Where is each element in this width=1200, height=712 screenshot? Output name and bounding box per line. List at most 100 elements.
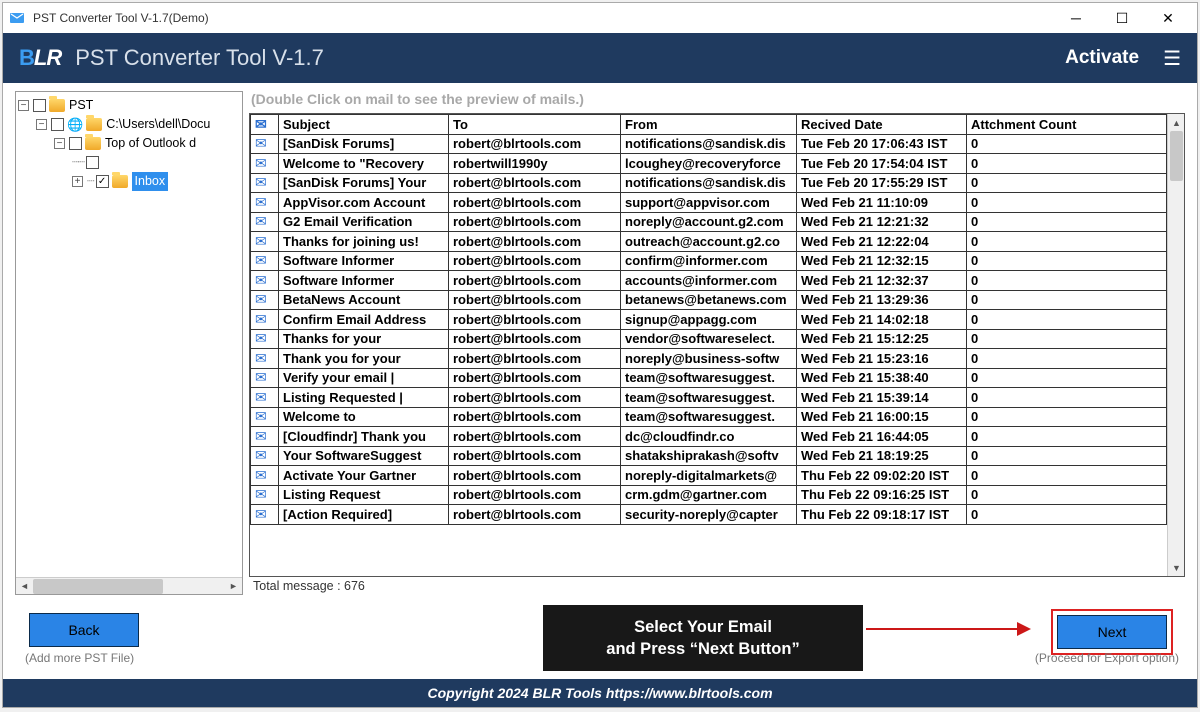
- table-row[interactable]: ✉BetaNews Accountrobert@blrtools.combeta…: [251, 290, 1167, 310]
- tree-node-path[interactable]: −🌐C:\Users\dell\Docu: [18, 115, 240, 134]
- cell-from: team@softwaresuggest.: [621, 388, 797, 408]
- cell-from: team@softwaresuggest.: [621, 407, 797, 427]
- envelope-icon: ✉: [255, 174, 267, 190]
- cell-att: 0: [967, 154, 1167, 174]
- activate-link[interactable]: Activate: [1065, 47, 1139, 69]
- titlebar: PST Converter Tool V-1.7(Demo) ─ ☐ ✕: [3, 3, 1197, 33]
- cell-subject: [SanDisk Forums] Your: [279, 173, 449, 193]
- scroll-thumb[interactable]: [33, 579, 163, 594]
- col-to[interactable]: To: [449, 115, 621, 135]
- envelope-icon: ✉: [255, 467, 267, 483]
- cell-from: accounts@informer.com: [621, 271, 797, 291]
- preview-hint: (Double Click on mail to see the preview…: [249, 91, 1185, 113]
- cell-att: 0: [967, 407, 1167, 427]
- envelope-icon: ✉: [255, 428, 267, 444]
- envelope-icon: ✉: [255, 272, 267, 288]
- cell-subject: Thanks for your: [279, 329, 449, 349]
- scroll-right-icon[interactable]: ►: [225, 578, 242, 595]
- tree-node-empty1[interactable]: ┈┈: [18, 153, 240, 172]
- cell-to: robert@blrtools.com: [449, 173, 621, 193]
- grid-scrollbar-vertical[interactable]: ▲ ▼: [1167, 114, 1184, 576]
- table-row[interactable]: ✉Software Informerrobert@blrtools.comcon…: [251, 251, 1167, 271]
- cell-date: Wed Feb 21 13:29:36: [797, 290, 967, 310]
- next-button-highlight: Next: [1051, 609, 1173, 655]
- table-header-row: ✉ Subject To From Recived Date Attchment…: [251, 115, 1167, 135]
- cell-date: Wed Feb 21 12:32:15: [797, 251, 967, 271]
- table-row[interactable]: ✉AppVisor.com Accountrobert@blrtools.com…: [251, 193, 1167, 213]
- cell-from: confirm@informer.com: [621, 251, 797, 271]
- cell-date: Wed Feb 21 18:19:25: [797, 446, 967, 466]
- next-button[interactable]: Next: [1057, 615, 1167, 649]
- cell-att: 0: [967, 232, 1167, 252]
- tree-label: Inbox: [132, 172, 169, 191]
- table-row[interactable]: ✉Your SoftwareSuggestrobert@blrtools.com…: [251, 446, 1167, 466]
- cell-from: shatakshiprakash@softv: [621, 446, 797, 466]
- table-row[interactable]: ✉G2 Email Verificationrobert@blrtools.co…: [251, 212, 1167, 232]
- minimize-button[interactable]: ─: [1053, 3, 1099, 33]
- cell-att: 0: [967, 349, 1167, 369]
- tree-node-top[interactable]: −Top of Outlook d: [18, 134, 240, 153]
- table-row[interactable]: ✉[Cloudfindr] Thank yourobert@blrtools.c…: [251, 427, 1167, 447]
- scroll-down-icon[interactable]: ▼: [1168, 559, 1185, 576]
- table-row[interactable]: ✉Activate Your Gartnerrobert@blrtools.co…: [251, 466, 1167, 486]
- cell-date: Tue Feb 20 17:06:43 IST: [797, 134, 967, 154]
- scroll-thumb[interactable]: [1170, 131, 1183, 181]
- table-row[interactable]: ✉[SanDisk Forums]robert@blrtools.comnoti…: [251, 134, 1167, 154]
- envelope-icon: ✉: [255, 291, 267, 307]
- cell-to: robert@blrtools.com: [449, 193, 621, 213]
- cell-date: Wed Feb 21 12:21:32: [797, 212, 967, 232]
- table-row[interactable]: ✉Welcome to "Recoveryrobertwill1990ylcou…: [251, 154, 1167, 174]
- table-row[interactable]: ✉Software Informerrobert@blrtools.comacc…: [251, 271, 1167, 291]
- back-help-text: (Add more PST File): [25, 651, 134, 665]
- tree-node-inbox[interactable]: +┈Inbox: [18, 172, 240, 191]
- cell-subject: Listing Request: [279, 485, 449, 505]
- cell-from: notifications@sandisk.dis: [621, 173, 797, 193]
- col-subject[interactable]: Subject: [279, 115, 449, 135]
- cell-to: robert@blrtools.com: [449, 446, 621, 466]
- close-button[interactable]: ✕: [1145, 3, 1191, 33]
- callout-arrow-line: [866, 628, 1022, 630]
- scroll-up-icon[interactable]: ▲: [1168, 114, 1185, 131]
- cell-from: noreply-digitalmarkets@: [621, 466, 797, 486]
- col-attachment[interactable]: Attchment Count: [967, 115, 1167, 135]
- table-row[interactable]: ✉Thank you for yourrobert@blrtools.comno…: [251, 349, 1167, 369]
- cell-att: 0: [967, 368, 1167, 388]
- cell-date: Thu Feb 22 09:02:20 IST: [797, 466, 967, 486]
- cell-to: robert@blrtools.com: [449, 271, 621, 291]
- table-row[interactable]: ✉Listing Requestrobert@blrtools.comcrm.g…: [251, 485, 1167, 505]
- cell-from: noreply@account.g2.com: [621, 212, 797, 232]
- tree-node-root[interactable]: −PST: [18, 96, 240, 115]
- cell-from: crm.gdm@gartner.com: [621, 485, 797, 505]
- app-header: BLR PST Converter Tool V-1.7 Activate ☰: [3, 33, 1197, 83]
- table-row[interactable]: ✉Confirm Email Addressrobert@blrtools.co…: [251, 310, 1167, 330]
- hamburger-icon[interactable]: ☰: [1163, 46, 1181, 71]
- table-row[interactable]: ✉Thanks for yourrobert@blrtools.comvendo…: [251, 329, 1167, 349]
- maximize-button[interactable]: ☐: [1099, 3, 1145, 33]
- envelope-icon: ✉: [255, 155, 267, 171]
- scroll-left-icon[interactable]: ◄: [16, 578, 33, 595]
- cell-subject: Confirm Email Address: [279, 310, 449, 330]
- cell-att: 0: [967, 505, 1167, 525]
- table-row[interactable]: ✉ [SanDisk Forums] Yourrobert@blrtools.co…: [251, 173, 1167, 193]
- col-date[interactable]: Recived Date: [797, 115, 967, 135]
- envelope-icon: ✉: [255, 135, 267, 151]
- envelope-icon: ✉: [255, 233, 267, 249]
- cell-date: Wed Feb 21 15:23:16: [797, 349, 967, 369]
- envelope-icon: ✉: [255, 194, 267, 210]
- copyright-bar: Copyright 2024 BLR Tools https://www.blr…: [3, 679, 1197, 707]
- cell-to: robert@blrtools.com: [449, 427, 621, 447]
- col-icon[interactable]: ✉: [251, 115, 279, 135]
- table-row[interactable]: ✉Welcome torobert@blrtools.comteam@softw…: [251, 407, 1167, 427]
- cell-att: 0: [967, 271, 1167, 291]
- cell-subject: Software Informer: [279, 251, 449, 271]
- col-from[interactable]: From: [621, 115, 797, 135]
- tree-label: Top of Outlook d: [105, 134, 196, 153]
- mail-grid[interactable]: ✉ Subject To From Recived Date Attchment…: [250, 114, 1167, 576]
- table-row[interactable]: ✉Verify your email |robert@blrtools.comt…: [251, 368, 1167, 388]
- table-row[interactable]: ✉[Action Required]robert@blrtools.comsec…: [251, 505, 1167, 525]
- tree-scrollbar-horizontal[interactable]: ◄ ►: [16, 577, 242, 594]
- back-button[interactable]: Back: [29, 613, 139, 647]
- table-row[interactable]: ✉Listing Requested |robert@blrtools.comt…: [251, 388, 1167, 408]
- table-row[interactable]: ✉Thanks for joining us!robert@blrtools.c…: [251, 232, 1167, 252]
- cell-to: robertwill1990y: [449, 154, 621, 174]
